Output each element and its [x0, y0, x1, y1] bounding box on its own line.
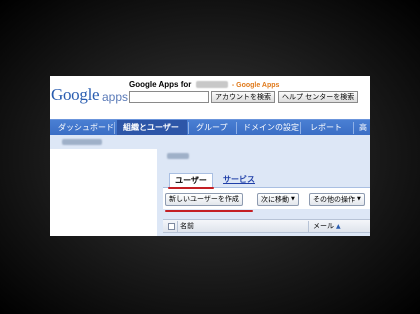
- select-all-checkbox[interactable]: [168, 223, 175, 230]
- header: Google apps Google Apps for - Google App…: [50, 76, 370, 118]
- logo-google-text: Google: [51, 85, 100, 104]
- sort-ascending-icon: ▲: [336, 223, 341, 230]
- search-accounts-button[interactable]: アカウントを検索: [211, 91, 275, 103]
- nav-divider: [353, 122, 354, 134]
- search-help-center-button[interactable]: ヘルプ センターを検索: [278, 91, 359, 103]
- search-input[interactable]: [129, 91, 209, 103]
- logo-apps-text: apps: [102, 90, 129, 104]
- right-pane: ユーザー サービス 新しいユーザーを作成 次に移動 ▼ その他の操作 ▼ 名前 メー…: [157, 135, 370, 236]
- tab-services[interactable]: サービス: [223, 173, 255, 187]
- table-header: 名前 メール ▲: [163, 219, 370, 233]
- nav-item-dashboard[interactable]: ダッシュボード: [58, 120, 114, 136]
- google-logo[interactable]: Google: [51, 85, 100, 105]
- nav-item-more[interactable]: 高: [359, 120, 367, 136]
- create-user-button[interactable]: 新しいユーザーを作成: [165, 193, 243, 206]
- title-brand: - Google Apps: [231, 82, 280, 89]
- column-header-name[interactable]: 名前: [180, 221, 194, 232]
- app-title: Google Apps for - Google Apps: [129, 80, 279, 89]
- toolbar: 新しいユーザーを作成 次に移動 ▼ その他の操作 ▼: [163, 187, 370, 209]
- other-actions-button[interactable]: その他の操作 ▼: [309, 193, 365, 206]
- move-to-label: 次に移動: [261, 195, 289, 204]
- nav-item-org-users[interactable]: 組織とユーザー: [117, 120, 187, 136]
- nav-item-reports[interactable]: レポート: [310, 120, 342, 136]
- highlight-underline: [165, 210, 253, 212]
- redacted-text: [62, 139, 102, 145]
- column-divider: [177, 221, 178, 232]
- nav-divider: [188, 122, 189, 134]
- column-header-mail-label: メール: [313, 222, 334, 230]
- nav-item-groups[interactable]: グループ: [196, 120, 228, 136]
- main-nav: ダッシュボード 組織とユーザー グループ ドメインの設定 レポート 高: [50, 119, 370, 136]
- chevron-down-icon: ▼: [291, 196, 295, 202]
- tab-users[interactable]: ユーザー: [169, 173, 213, 187]
- title-prefix: Google Apps for: [129, 80, 192, 89]
- chevron-down-icon: ▼: [357, 196, 361, 202]
- column-header-mail[interactable]: メール ▲: [313, 221, 341, 232]
- nav-item-domain-settings[interactable]: ドメインの設定: [243, 120, 299, 136]
- move-to-button[interactable]: 次に移動 ▼: [257, 193, 299, 206]
- column-divider: [308, 221, 309, 232]
- other-actions-label: その他の操作: [313, 195, 355, 204]
- highlight-underline: [168, 187, 214, 189]
- nav-divider: [300, 122, 301, 134]
- left-pane: [50, 149, 157, 236]
- nav-divider: [236, 122, 237, 134]
- redacted-text: [167, 153, 189, 159]
- nav-divider: [114, 122, 115, 134]
- admin-console-screen: Google apps Google Apps for - Google App…: [50, 76, 370, 236]
- redacted-domain: [195, 81, 228, 89]
